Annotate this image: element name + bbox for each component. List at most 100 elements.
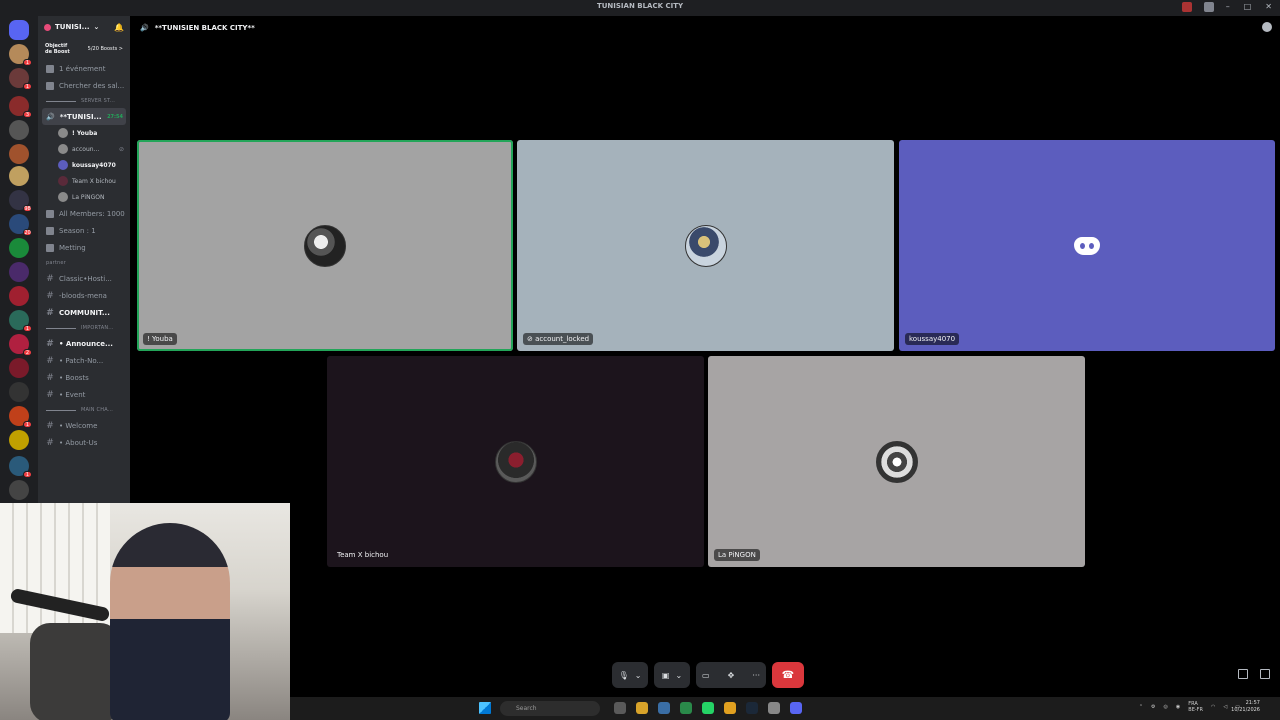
discord-icon[interactable] — [790, 702, 802, 714]
category-main[interactable]: MAIN CHA... — [38, 403, 130, 417]
server-header[interactable]: TUNISI... ⌄ 🔔 — [38, 16, 130, 38]
participant-tile[interactable]: La PiNGON — [708, 356, 1085, 567]
app-icon[interactable] — [658, 702, 670, 714]
os-taskbar: Search ⌃ ⚙ ◎ ◉ FRA BE-FR ◠ ◁ ▭ 21:57 10/2… — [290, 697, 1280, 720]
whatsapp-icon[interactable] — [702, 702, 714, 714]
category-important[interactable]: IMPORTAN... — [38, 321, 130, 335]
help-icon[interactable] — [1204, 2, 1214, 12]
more-icon[interactable]: ··· — [752, 671, 760, 680]
participant-name: ⊘ account_locked — [523, 333, 594, 345]
task-view-icon[interactable] — [614, 702, 626, 714]
category-label: IMPORTAN... — [81, 325, 114, 331]
server-icon[interactable]: 1 — [9, 456, 32, 478]
server-icon[interactable] — [9, 120, 29, 140]
text-channel[interactable]: # • About-Us — [38, 434, 130, 451]
stat-channel[interactable]: Metting — [38, 239, 130, 256]
boost-goal[interactable]: Objectif de Boost 5/20 Boosts > — [42, 40, 126, 58]
chat-icon[interactable] — [1262, 22, 1272, 32]
server-icon[interactable] — [9, 286, 29, 306]
server-icon[interactable] — [9, 238, 29, 258]
text-channel[interactable]: # • Welcome — [38, 417, 130, 434]
text-channel[interactable]: # • Boosts — [38, 369, 130, 386]
server-icon[interactable]: 2 — [9, 334, 32, 356]
participant-name-text: account_locked — [535, 335, 590, 343]
stat-channel[interactable]: Season : 1 — [38, 222, 130, 239]
voice-user[interactable]: ! Youba — [38, 125, 130, 141]
keyboard-language[interactable]: FRA BE-FR — [1188, 701, 1203, 713]
chrome-icon[interactable] — [724, 702, 736, 714]
screen-share-icon[interactable]: ▭ — [702, 671, 710, 680]
category-server-stats[interactable]: SERVER ST... — [38, 94, 130, 108]
server-icon[interactable] — [9, 262, 29, 282]
avatar — [875, 440, 918, 483]
mute-button[interactable]: 🎙 ⌄ — [612, 662, 648, 688]
channel-label: • Event — [59, 390, 86, 399]
fullscreen-icon[interactable] — [1260, 669, 1270, 679]
server-icon[interactable] — [9, 144, 29, 164]
participant-tile[interactable]: ! Youba — [137, 140, 513, 351]
popout-icon[interactable] — [1238, 669, 1248, 679]
text-channel[interactable]: # • Announce... — [38, 335, 130, 352]
tray-app-icon[interactable]: ◎ — [1164, 704, 1168, 710]
bell-icon[interactable]: 🔔 — [114, 23, 124, 32]
voice-user[interactable]: accoun... ⊘ — [38, 141, 130, 157]
tray-chevron-icon[interactable]: ⌃ — [1139, 704, 1143, 710]
camera-off-icon: ▣ — [661, 670, 670, 680]
browse-channels[interactable]: Chercher des sal... — [38, 77, 130, 94]
app-icon[interactable] — [680, 702, 692, 714]
minimize-button[interactable]: – — [1226, 2, 1230, 11]
camera-button[interactable]: ▣ ⌄ — [654, 662, 690, 688]
server-icon[interactable]: 3 — [9, 96, 32, 118]
volume-icon[interactable]: ◁ — [1223, 704, 1227, 710]
server-icon[interactable] — [9, 430, 29, 450]
discord-home-icon[interactable] — [9, 20, 29, 40]
avatar — [58, 144, 68, 154]
server-icon[interactable]: 1 — [9, 68, 32, 90]
participant-tile[interactable]: Team X bichou — [327, 356, 704, 567]
server-icon[interactable] — [9, 480, 29, 500]
text-channel[interactable]: # COMMUNIT... — [38, 304, 130, 321]
participant-name: ! Youba — [143, 333, 177, 345]
text-channel[interactable]: # • Event — [38, 386, 130, 403]
participant-tile[interactable]: koussay4070 — [899, 140, 1275, 351]
stat-channel[interactable]: All Members: 1000 — [38, 205, 130, 222]
settings-icon[interactable] — [768, 702, 780, 714]
windows-start-icon[interactable] — [479, 702, 491, 714]
close-button[interactable]: ✕ — [1265, 2, 1272, 11]
steam-icon[interactable] — [746, 702, 758, 714]
voice-channel-active[interactable]: 🔊 **TUNISI... 27:54 — [42, 108, 126, 125]
server-icon[interactable] — [9, 382, 29, 402]
maximize-button[interactable]: □ — [1244, 2, 1252, 11]
server-icon[interactable]: 20 — [9, 214, 32, 236]
taskbar-search[interactable]: Search — [500, 701, 600, 716]
events-link[interactable]: 1 événement — [38, 60, 130, 77]
server-icon[interactable]: 1 — [9, 406, 32, 428]
server-icon[interactable]: 1 — [9, 310, 32, 332]
disconnect-button[interactable]: ☎ — [772, 662, 804, 688]
server-icon — [44, 23, 51, 31]
text-channel[interactable]: # -bloods-mena — [38, 287, 130, 304]
activity-icon[interactable]: ✥ — [728, 671, 735, 680]
streamer-image — [110, 523, 230, 720]
discord-logo-icon — [1074, 236, 1100, 255]
taskbar-clock[interactable]: 21:57 10/21/2026 — [1231, 700, 1260, 714]
server-icon[interactable]: 1 — [9, 44, 32, 66]
text-channel[interactable]: # • Patch-No... — [38, 352, 130, 369]
participant-tile[interactable]: ⊘ account_locked — [517, 140, 894, 351]
tray-app-icon[interactable]: ◉ — [1176, 704, 1180, 710]
inbox-icon[interactable] — [1182, 2, 1192, 12]
category-partner[interactable]: partner — [38, 256, 130, 270]
server-icon[interactable] — [9, 358, 29, 378]
share-activity-more[interactable]: ▭ ✥ ··· — [696, 662, 766, 688]
server-icon[interactable]: 98 — [9, 190, 32, 212]
server-icon[interactable] — [9, 166, 29, 186]
voice-user[interactable]: Team X bichou — [38, 173, 130, 189]
wifi-icon[interactable]: ◠ — [1211, 704, 1215, 710]
text-channel[interactable]: # Classic•Hosti... — [38, 270, 130, 287]
tray-app-icon[interactable]: ⚙ — [1151, 704, 1155, 710]
voice-user[interactable]: koussay4070 — [38, 157, 130, 173]
chevron-down-icon: ⌄ — [634, 670, 642, 680]
lock-icon — [46, 209, 54, 218]
file-explorer-icon[interactable] — [636, 702, 648, 714]
voice-user[interactable]: La PiNGON — [38, 189, 130, 205]
